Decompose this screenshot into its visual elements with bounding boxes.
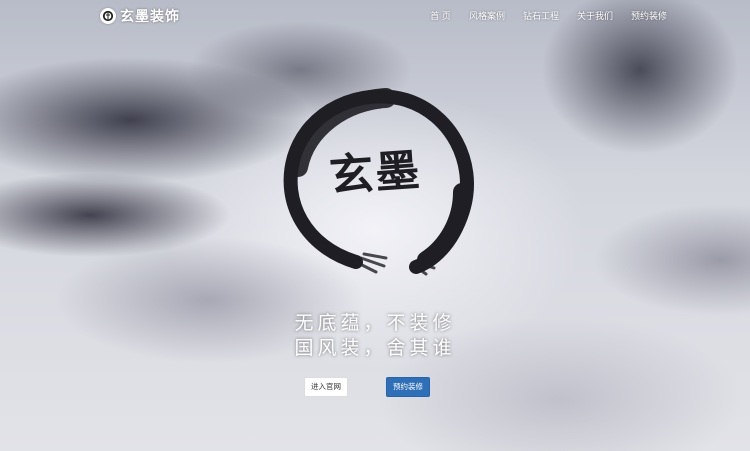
main-nav: 首 页 风格案例 钻石工程 关于我们 预约装修 [421, 9, 676, 22]
nav-item-book-renovation[interactable]: 预约装修 [622, 9, 676, 22]
slogan-line-2: 国风装，舍其谁 [294, 337, 456, 359]
logo-text: 玄墨装饰 [120, 9, 180, 25]
nav-item-about-us[interactable]: 关于我们 [568, 9, 622, 22]
enter-site-button[interactable]: 进入官网 [304, 377, 348, 397]
navbar: 玄墨装饰 首 页 风格案例 钻石工程 关于我们 预约装修 [0, 0, 750, 30]
nav-item-home[interactable]: 首 页 [421, 9, 460, 22]
emblem-text: 玄墨 [328, 145, 423, 202]
ink-circle-emblem: 玄墨 [283, 88, 474, 276]
slogan-line-1: 无底蕴，不装修 [294, 312, 456, 334]
hero-buttons: 进入官网 预约装修 [0, 377, 750, 397]
nav-item-diamond-projects[interactable]: 钻石工程 [514, 9, 568, 22]
hero-page: 玄墨装饰 首 页 风格案例 钻石工程 关于我们 预约装修 玄墨 无底蕴，不装修 … [0, 0, 750, 451]
logo-ink-icon [100, 8, 116, 24]
logo[interactable]: 玄墨装饰 [100, 6, 180, 26]
nav-item-style-cases[interactable]: 风格案例 [460, 9, 514, 22]
book-renovation-button[interactable]: 预约装修 [386, 377, 430, 397]
